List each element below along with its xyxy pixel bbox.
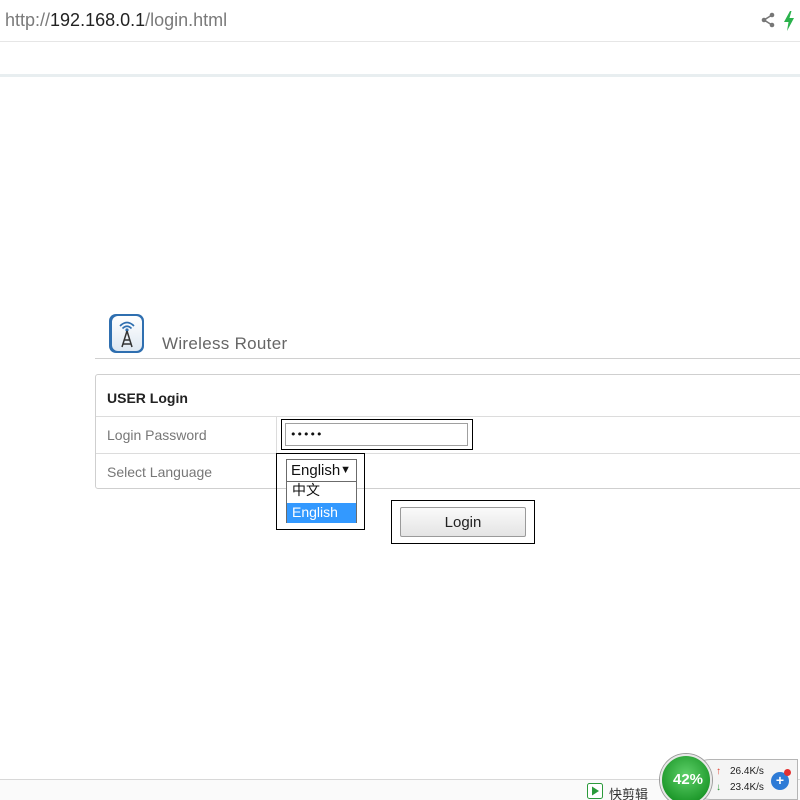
upload-rate: 26.4K/s: [730, 766, 764, 777]
clip-play-icon[interactable]: [587, 783, 603, 799]
toolbar-strip: [0, 43, 800, 77]
language-label: Select Language: [107, 464, 213, 480]
antenna-tower-icon: [109, 314, 144, 353]
dropdown-arrow-icon: ▼: [340, 464, 351, 476]
bolt-icon[interactable]: [783, 11, 795, 31]
url-path: /login.html: [145, 10, 228, 30]
clip-label[interactable]: 快剪辑: [609, 784, 648, 800]
language-selected-value: English: [291, 462, 341, 479]
language-option-chinese[interactable]: 中文: [287, 482, 356, 502]
gauge-icon[interactable]: 42%: [660, 754, 712, 800]
address-bar[interactable]: http://192.168.0.1/login.html: [0, 0, 800, 42]
url-text[interactable]: http://192.168.0.1/login.html: [5, 10, 227, 31]
download-rate: 23.4K/s: [730, 782, 764, 793]
download-arrow-icon: ↓: [716, 782, 721, 793]
gauge-percent: 42%: [672, 771, 704, 788]
password-input[interactable]: •••••: [285, 423, 468, 446]
language-dropdown-list: 中文 English: [286, 481, 357, 523]
router-title: Wireless Router: [162, 334, 288, 353]
url-host: 192.168.0.1: [50, 10, 146, 30]
upload-arrow-icon: ↑: [716, 766, 721, 777]
network-speed-widget[interactable]: 42% ↑ 26.4K/s ↓ 23.4K/s +: [660, 754, 800, 800]
language-select[interactable]: English ▼: [286, 459, 357, 482]
login-button[interactable]: Login: [400, 507, 526, 537]
language-option-english[interactable]: English: [287, 503, 356, 523]
header-divider: [95, 358, 800, 359]
password-label: Login Password: [107, 427, 207, 443]
row-divider: [96, 453, 800, 454]
share-icon[interactable]: [760, 12, 776, 28]
row-divider: [96, 416, 800, 417]
notification-dot: [784, 769, 791, 776]
url-prefix: http://: [5, 10, 51, 30]
panel-heading: USER Login: [107, 390, 188, 406]
